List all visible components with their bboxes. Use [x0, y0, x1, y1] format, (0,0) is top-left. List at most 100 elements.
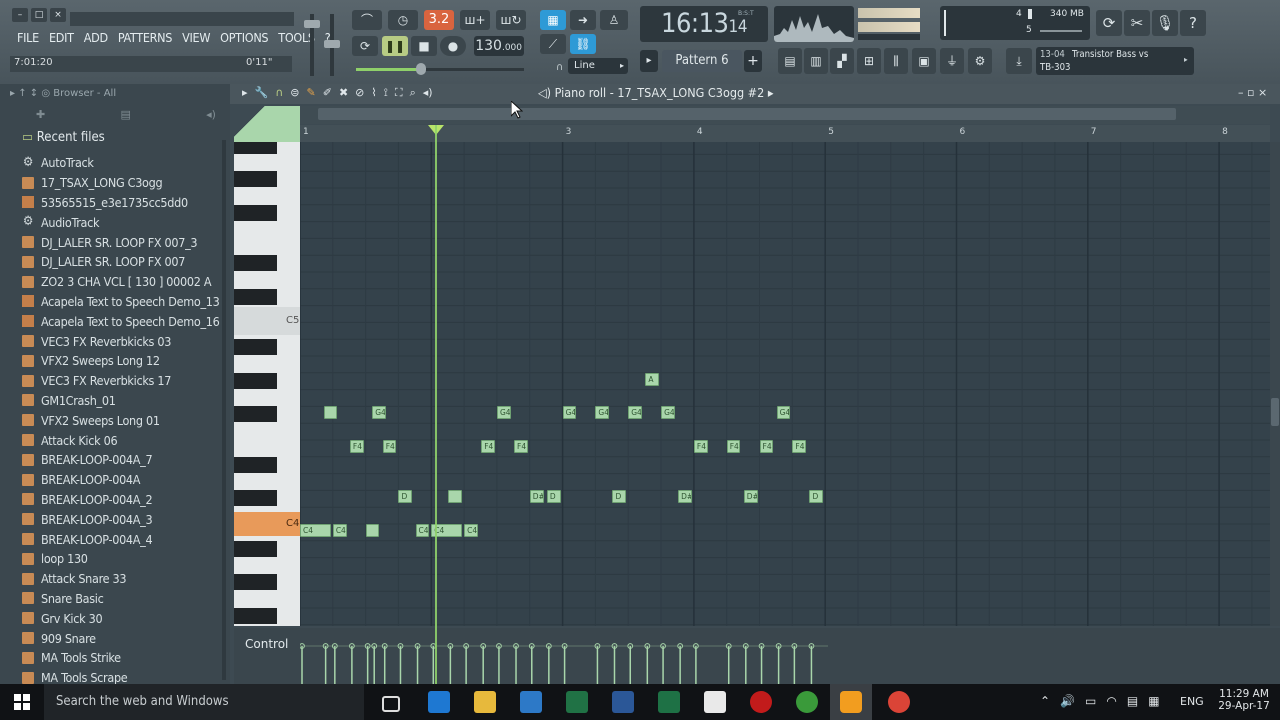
clock-tray[interactable]: 11:29 AM 29-Apr-17	[1216, 688, 1272, 712]
browser-star-icon[interactable]: ✚	[36, 108, 45, 122]
file-item[interactable]: BREAK-LOOP-004A	[22, 470, 226, 490]
master-pitch-handle[interactable]	[324, 40, 340, 48]
file-item[interactable]: BREAK-LOOP-004A_7	[22, 450, 226, 470]
typing-keyboard-icon[interactable]: ▦	[540, 10, 566, 30]
task-view-icon[interactable]	[382, 696, 400, 712]
timeline-ruler[interactable]	[300, 125, 1270, 142]
mixer-icon[interactable]: ⫼	[884, 48, 908, 74]
note[interactable]: F4	[693, 440, 708, 453]
metronome-icon[interactable]: ⌒	[352, 10, 382, 30]
note[interactable]: D	[398, 490, 413, 504]
wifi-icon[interactable]: ◠	[1106, 694, 1116, 708]
piano-roll-icon[interactable]: ▞	[830, 48, 854, 74]
language-indicator[interactable]: ENG	[1180, 695, 1204, 708]
velocity-bars[interactable]	[300, 636, 1270, 684]
file-item[interactable]: BREAK-LOOP-004A_2	[22, 490, 226, 510]
menu-item-add[interactable]: ADD	[79, 28, 113, 48]
black-key[interactable]	[234, 372, 277, 389]
playlist-icon[interactable]: ▤	[778, 48, 802, 74]
black-key[interactable]	[234, 456, 277, 473]
file-item[interactable]: DJ_LALER SR. LOOP FX 007_3	[22, 232, 226, 252]
zoom-icon[interactable]: ⛶	[395, 86, 403, 100]
stamp-icon[interactable]: ⊜	[290, 86, 299, 100]
note[interactable]: F4	[514, 440, 528, 453]
edge-icon[interactable]	[428, 691, 450, 713]
record-button[interactable]: ●	[440, 36, 466, 56]
recent-files-header[interactable]: ▭ Recent files	[22, 130, 105, 145]
pencil-line-icon[interactable]: ⟋	[540, 34, 566, 54]
search-box[interactable]: Search the web and Windows	[44, 684, 364, 720]
file-item[interactable]: Acapela Text to Speech Demo_16	[22, 311, 226, 331]
minimize-icon[interactable]: –	[12, 8, 28, 22]
file-item[interactable]: 53565515_e3e1735cc5dd0	[22, 193, 226, 213]
main-pitch-handle[interactable]	[416, 63, 426, 75]
close-icon[interactable]: ×	[50, 8, 66, 22]
note[interactable]: D#4	[529, 490, 544, 504]
countdown-badge[interactable]: 3.2	[424, 10, 454, 30]
vertical-scrollbar-thumb[interactable]	[1271, 398, 1279, 426]
tools-icon[interactable]: ⚙	[968, 48, 992, 74]
file-item[interactable]: GM1Crash_01	[22, 391, 226, 411]
add-pattern-icon[interactable]: +	[744, 50, 762, 72]
file-item[interactable]: VFX2 Sweeps Long 01	[22, 410, 226, 430]
vertical-scrollbar[interactable]	[1270, 142, 1280, 626]
note[interactable]: F4	[726, 440, 741, 453]
slice-icon[interactable]: ⌇	[371, 86, 376, 100]
plugin-icon[interactable]: ⏚	[940, 48, 964, 74]
wrench-icon[interactable]: 🔧	[255, 86, 269, 100]
file-item[interactable]: BREAK-LOOP-004A_3	[22, 509, 226, 529]
file-item[interactable]: ZO2 3 CHA VCL [ 130 ] 00002 A	[22, 272, 226, 292]
file-item[interactable]: VEC3 FX Reverbkicks 03	[22, 331, 226, 351]
file-item[interactable]: Attack Kick 06	[22, 430, 226, 450]
download-icon[interactable]: ⤓	[1006, 48, 1032, 74]
note[interactable]: G4	[595, 406, 610, 420]
note[interactable]	[365, 524, 380, 537]
note[interactable]: G4	[372, 406, 386, 420]
black-key[interactable]	[234, 142, 277, 154]
maximize-icon[interactable]: □	[31, 8, 47, 22]
blend-record-icon[interactable]: ш↻	[496, 10, 526, 30]
black-key[interactable]	[234, 574, 277, 591]
menu-item-view[interactable]: VIEW	[177, 28, 215, 48]
play-button[interactable]: ❚❚	[382, 36, 408, 56]
note[interactable]: C4	[332, 524, 347, 537]
network-icon[interactable]: ▤	[1127, 694, 1138, 708]
file-item[interactable]: DJ_LALER SR. LOOP FX 007	[22, 252, 226, 272]
cut-tools-icon[interactable]: ✂	[1124, 10, 1150, 36]
file-explorer-icon[interactable]	[474, 691, 496, 713]
volume-icon[interactable]: 🔊	[1060, 694, 1075, 708]
note[interactable]: C4	[464, 524, 478, 537]
tray-arrow-icon[interactable]: ⌃	[1040, 694, 1050, 708]
browser-icon[interactable]: ▣	[912, 48, 936, 74]
note[interactable]: D#4	[678, 490, 692, 504]
snap-selector[interactable]: Line ▸	[568, 58, 628, 74]
stop-button[interactable]: ■	[411, 36, 437, 56]
help-icon[interactable]: ?	[1180, 10, 1206, 36]
wait-record-icon[interactable]: ◷	[388, 10, 418, 30]
excel-2-icon[interactable]	[658, 691, 680, 713]
note[interactable]: G4	[562, 406, 577, 420]
link-icon[interactable]: ⛓	[570, 34, 596, 54]
browser-scrollbar[interactable]	[222, 140, 226, 680]
step-edit-icon[interactable]: ш+	[460, 10, 490, 30]
store-icon[interactable]	[520, 691, 542, 713]
battery-icon[interactable]: ▭	[1085, 694, 1096, 708]
step-sequencer-icon[interactable]: ⊞	[857, 48, 881, 74]
file-item[interactable]: Acapela Text to Speech Demo_13	[22, 292, 226, 312]
master-volume-handle[interactable]	[304, 20, 320, 28]
file-item[interactable]: BREAK-LOOP-004A_4	[22, 529, 226, 549]
menu-item-file[interactable]: FILE	[12, 28, 44, 48]
note[interactable]: F4	[382, 440, 397, 453]
file-item[interactable]: ⚙ AudioTrack	[22, 212, 226, 232]
black-key[interactable]	[234, 540, 277, 557]
recorder-icon[interactable]	[750, 691, 772, 713]
menu-item-edit[interactable]: EDIT	[44, 28, 79, 48]
playback-icon[interactable]: ◂)	[423, 86, 433, 100]
magnet-snap-icon[interactable]: ∩	[275, 86, 283, 100]
file-item[interactable]: ⚙ AutoTrack	[22, 153, 226, 173]
search-icon[interactable]: ⌕	[410, 86, 416, 100]
playhead[interactable]	[435, 125, 437, 690]
file-item[interactable]: Snare Basic	[22, 589, 226, 609]
file-item[interactable]: 17_TSAX_LONG C3ogg	[22, 173, 226, 193]
black-key[interactable]	[234, 204, 277, 221]
